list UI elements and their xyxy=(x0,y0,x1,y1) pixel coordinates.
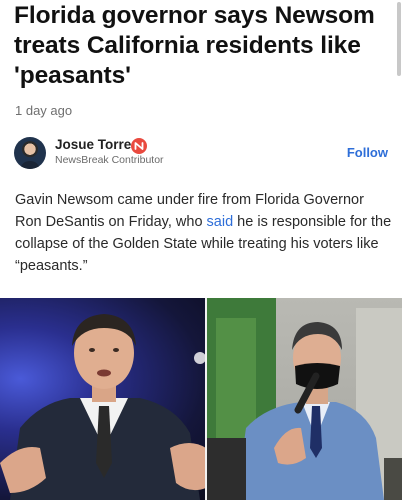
follow-button[interactable]: Follow xyxy=(347,145,388,160)
scrollbar[interactable] xyxy=(396,0,402,80)
article-timestamp: 1 day ago xyxy=(15,103,73,118)
badge-glyph xyxy=(134,142,144,150)
author-row: Josue Torres NewsBreak Contributor Follo… xyxy=(14,133,392,173)
said-link[interactable]: said xyxy=(207,214,234,230)
author-avatar[interactable] xyxy=(14,137,46,169)
author-role: NewsBreak Contributor xyxy=(55,154,164,166)
photo-divider xyxy=(205,298,207,500)
author-name[interactable]: Josue Torres xyxy=(55,137,139,152)
photo-left-panel xyxy=(0,298,206,500)
scrollbar-thumb[interactable] xyxy=(397,2,401,76)
article-title: Florida governor says Newsom treats Cali… xyxy=(14,2,375,89)
newsbreak-badge-icon xyxy=(131,138,147,154)
desantis-illustration xyxy=(0,314,206,500)
photo-right-panel xyxy=(206,298,402,500)
newsom-illustration xyxy=(206,298,402,500)
article-photo[interactable] xyxy=(0,298,402,500)
article-body: Gavin Newsom came under fire from Florid… xyxy=(15,189,393,277)
